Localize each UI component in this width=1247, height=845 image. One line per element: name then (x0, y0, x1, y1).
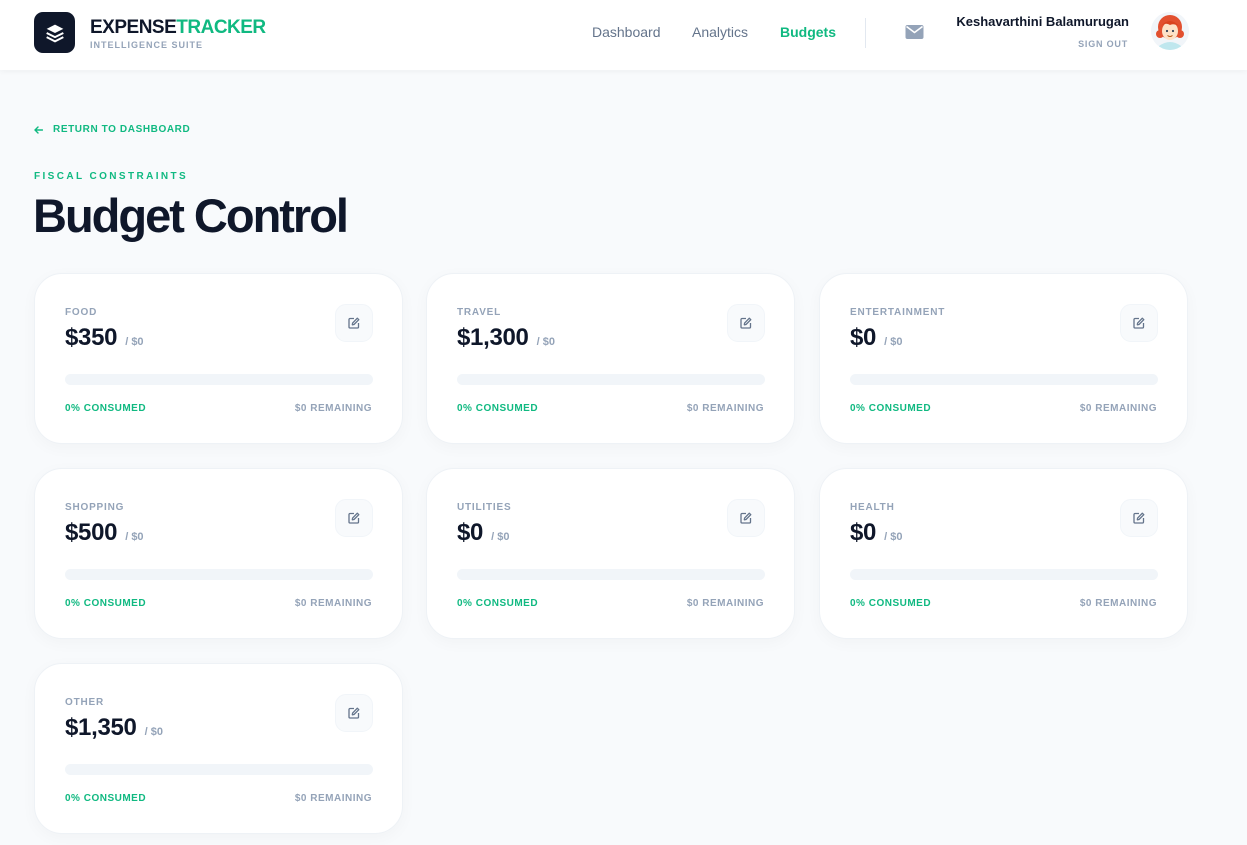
budget-card-entertainment: ENTERTAINMENT $0 / $0 0% CONSUMED $0 REM… (819, 273, 1188, 444)
budget-consumed: 0% CONSUMED (65, 793, 147, 804)
user-avatar[interactable] (1151, 12, 1189, 50)
budget-progress-track (65, 374, 373, 385)
budget-category: OTHER (65, 697, 104, 708)
edit-icon (740, 512, 752, 524)
edit-icon (1133, 512, 1145, 524)
budget-amount-row: $350 / $0 (65, 324, 144, 352)
budget-remaining: $0 REMAINING (294, 403, 372, 414)
budget-limit: / $0 (144, 726, 163, 738)
nav-divider (865, 18, 866, 48)
budget-amount: $0 (850, 324, 877, 351)
budget-card-health: HEALTH $0 / $0 0% CONSUMED $0 REMAINING (819, 468, 1188, 639)
edit-budget-button[interactable] (727, 304, 765, 342)
edit-icon (1133, 317, 1145, 329)
edit-icon (740, 317, 752, 329)
budget-limit: / $0 (884, 336, 903, 348)
budget-progress-track (65, 569, 373, 580)
arrow-left-icon (34, 125, 43, 134)
budget-progress-track (850, 569, 1158, 580)
budget-amount-row: $500 / $0 (65, 519, 144, 547)
budget-remaining: $0 REMAINING (686, 403, 764, 414)
budget-limit: / $0 (884, 531, 903, 543)
brand-name: EXPENSETRACKER (90, 17, 266, 39)
budget-consumed: 0% CONSUMED (850, 598, 932, 609)
budget-amount: $1,350 (65, 714, 137, 741)
edit-budget-button[interactable] (727, 499, 765, 537)
budget-category: FOOD (65, 307, 98, 318)
budget-amount-row: $1,300 / $0 (457, 324, 555, 352)
edit-budget-button[interactable] (335, 304, 373, 342)
edit-icon (348, 317, 360, 329)
budget-card-utilities: UTILITIES $0 / $0 0% CONSUMED $0 REMAINI… (426, 468, 795, 639)
budget-amount-row: $0 / $0 (850, 324, 902, 352)
budget-category: TRAVEL (457, 307, 502, 318)
budget-amount: $500 (65, 519, 118, 546)
budget-amount: $350 (65, 324, 118, 351)
budget-limit: / $0 (125, 531, 144, 543)
brand-name-part1: EXPENSE (90, 17, 177, 38)
budget-progress-track (65, 764, 373, 775)
brand-name-part2: TRACKER (176, 17, 266, 38)
layers-icon (45, 24, 64, 42)
page-eyebrow: FISCAL CONSTRAINTS (34, 171, 189, 182)
edit-budget-button[interactable] (335, 499, 373, 537)
budget-category: SHOPPING (65, 502, 125, 513)
budget-amount: $1,300 (457, 324, 529, 351)
budget-amount-row: $0 / $0 (850, 519, 902, 547)
budget-progress-track (850, 374, 1158, 385)
edit-budget-button[interactable] (1120, 499, 1158, 537)
budget-consumed: 0% CONSUMED (457, 598, 539, 609)
budget-limit: / $0 (536, 336, 555, 348)
budget-amount-row: $1,350 / $0 (65, 714, 163, 742)
budget-progress-track (457, 569, 765, 580)
budget-progress-track (457, 374, 765, 385)
top-header: EXPENSETRACKER INTELLIGENCE SUITE Dashbo… (0, 0, 1247, 70)
budget-remaining: $0 REMAINING (1079, 598, 1157, 609)
user-name: Keshavarthini Balamurugan (956, 14, 1129, 29)
budget-card-shopping: SHOPPING $500 / $0 0% CONSUMED $0 REMAIN… (34, 468, 403, 639)
budget-amount-row: $0 / $0 (457, 519, 509, 547)
budget-remaining: $0 REMAINING (294, 793, 372, 804)
budget-category: HEALTH (850, 502, 895, 513)
budget-consumed: 0% CONSUMED (65, 403, 147, 414)
nav-dashboard[interactable]: Dashboard (592, 24, 661, 40)
edit-budget-button[interactable] (1120, 304, 1158, 342)
budget-remaining: $0 REMAINING (294, 598, 372, 609)
nav-budgets[interactable]: Budgets (780, 24, 836, 40)
edit-icon (348, 707, 360, 719)
budget-category: UTILITIES (457, 502, 512, 513)
budget-card-other: OTHER $1,350 / $0 0% CONSUMED $0 REMAINI… (34, 663, 403, 834)
edit-budget-button[interactable] (335, 694, 373, 732)
mail-icon[interactable] (905, 24, 924, 40)
budget-amount: $0 (850, 519, 877, 546)
budget-consumed: 0% CONSUMED (457, 403, 539, 414)
budget-remaining: $0 REMAINING (1079, 403, 1157, 414)
budget-limit: / $0 (125, 336, 144, 348)
budget-category: ENTERTAINMENT (850, 307, 946, 318)
budget-amount: $0 (457, 519, 484, 546)
brand-subtitle: INTELLIGENCE SUITE (90, 40, 204, 50)
budget-remaining: $0 REMAINING (686, 598, 764, 609)
nav-analytics[interactable]: Analytics (692, 24, 748, 40)
app-logo[interactable] (34, 12, 75, 53)
edit-icon (348, 512, 360, 524)
avatar-illustration (1151, 12, 1189, 50)
return-to-dashboard-link[interactable]: RETURN TO DASHBOARD (34, 124, 190, 135)
budget-card-food: FOOD $350 / $0 0% CONSUMED $0 REMAINING (34, 273, 403, 444)
budget-consumed: 0% CONSUMED (850, 403, 932, 414)
sign-out-button[interactable]: SIGN OUT (1078, 39, 1128, 49)
budget-consumed: 0% CONSUMED (65, 598, 147, 609)
budget-card-travel: TRAVEL $1,300 / $0 0% CONSUMED $0 REMAIN… (426, 273, 795, 444)
page-title: Budget Control (33, 189, 349, 242)
return-to-dashboard-label: RETURN TO DASHBOARD (53, 124, 191, 135)
budget-limit: / $0 (491, 531, 510, 543)
